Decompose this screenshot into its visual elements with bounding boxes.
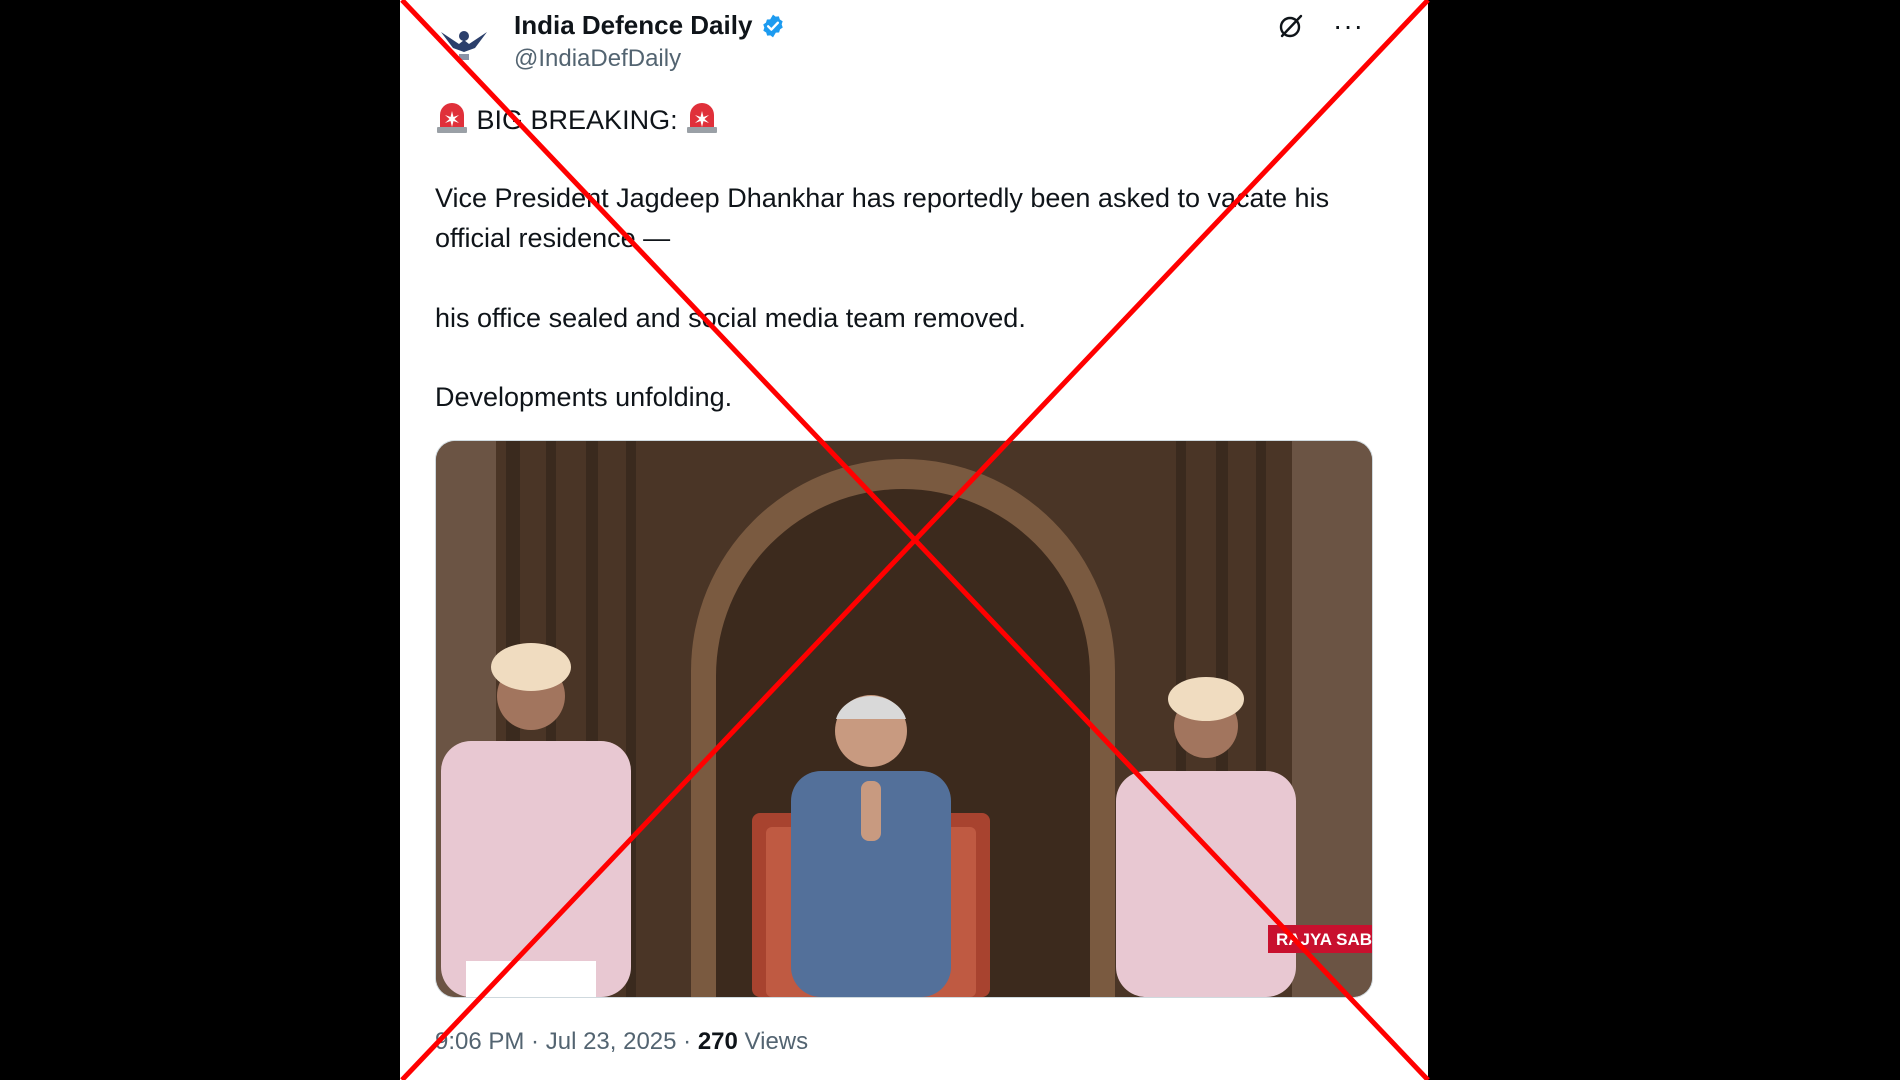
tweet-paragraph-2: his office sealed and social media team … — [435, 303, 1026, 333]
author-handle[interactable]: @IndiaDefDaily — [514, 45, 681, 73]
tweet-time[interactable]: 9:06 PM — [435, 1028, 524, 1055]
author-row: India Defence Daily — [514, 10, 786, 41]
tweet-headline: BIG BREAKING: — [435, 100, 1385, 140]
avatar[interactable] — [435, 14, 493, 72]
tweet-media-photo[interactable]: RAJYA SABHA — [435, 440, 1373, 998]
tweet-date[interactable]: Jul 23, 2025 — [546, 1028, 677, 1055]
views-label: Views — [737, 1028, 809, 1055]
views-count: 270 — [697, 1028, 738, 1055]
chamber-photo: RAJYA SABHA — [436, 441, 1372, 997]
tweet-paragraph-1: Vice President Jagdeep Dhankhar has repo… — [435, 183, 1330, 253]
police-siren-icon — [687, 103, 718, 133]
grok-icon[interactable] — [1277, 12, 1305, 40]
tweet-paragraph-3: Developments unfolding. — [435, 382, 733, 412]
author-name[interactable]: India Defence Daily — [514, 10, 752, 41]
police-siren-icon — [437, 103, 467, 133]
headline-text: BIG BREAKING: — [476, 105, 678, 135]
media-watermark: RAJYA SABHA — [1276, 930, 1372, 949]
meta-separator: · — [676, 1028, 698, 1055]
more-icon[interactable]: ··· — [1333, 12, 1364, 40]
tweet-actions-top: ··· — [1277, 12, 1364, 40]
eagle-logo-icon — [435, 14, 493, 72]
tweet-card: India Defence Daily @IndiaDefDaily ··· B… — [400, 0, 1428, 1080]
tweet-metadata: 9:06 PM · Jul 23, 2025 · 270 Views — [435, 1028, 808, 1056]
meta-separator: · — [524, 1028, 546, 1055]
verified-badge-icon — [763, 14, 784, 37]
